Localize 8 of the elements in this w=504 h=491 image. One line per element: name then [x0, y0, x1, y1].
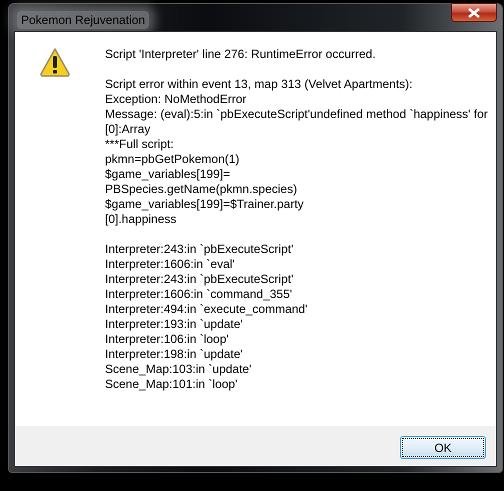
- error-message: Script 'Interpreter' line 276: RuntimeError occurred.: [105, 47, 377, 62]
- warning-icon: [39, 47, 71, 77]
- ok-button[interactable]: OK: [400, 436, 486, 459]
- error-message: Script error within event 13, map 313 (Velvet Apartments): Exception: NoMethodError Message: (eval):5:in `pbExecuteScript'undefined method `happiness' for [0]:Array ***Full script: pkmn=pbGetPokemon(1) $game_variables[199]= PBSpecies.getName(pkmn.species) $game_variables[199]=$Trainer.party [0].happiness: [105, 77, 488, 227]
- close-icon: [468, 8, 480, 18]
- window-title: Pokemon Rejuvenation: [17, 11, 150, 29]
- error-message: Interpreter:243:in `pbExecuteScript' Interpreter:1606:in `eval' Interpreter:243:in `pbExecuteScript' Interpreter:1606:in `command_355' Interpreter:494:in `execute_command' Interpreter:193:in `update' Interpreter:106:in `loop' Interpreter:198:in `update' Scene_Map:103:in `update' Scene_Map:101:in `loop': [105, 242, 308, 392]
- close-button[interactable]: [451, 3, 497, 22]
